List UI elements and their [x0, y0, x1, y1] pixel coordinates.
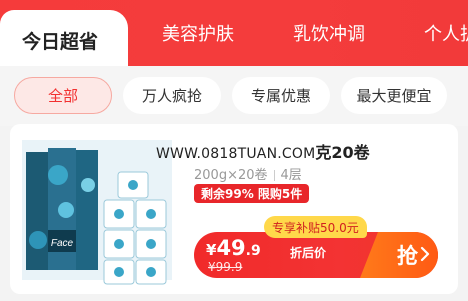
original-price: ¥99.9	[208, 260, 243, 274]
buy-button[interactable]: ¥49.9 折后价 ¥99.9 抢	[194, 232, 438, 278]
buy-label: 抢	[397, 244, 418, 268]
stock-limit-badge: 剩余99% 限购5件	[194, 184, 310, 203]
price-label: 折后价	[290, 246, 327, 260]
deal-price: ¥49.9	[206, 236, 261, 260]
tab-dairy-drinks[interactable]: 乳饮冲调	[293, 0, 365, 66]
brand-logo-text: Face	[51, 238, 74, 249]
price-integer: 49	[216, 236, 246, 260]
filter-exclusive[interactable]: 专属优惠	[232, 77, 330, 114]
product-spec: 200g×20卷 4层	[194, 164, 302, 183]
category-tab-bar: 今日超省 美容护肤 乳饮冲调 个人护	[0, 0, 468, 66]
tab-personal-care[interactable]: 个人护	[424, 0, 468, 66]
product-title: WWW.0818TUAN.COM克20卷	[156, 139, 448, 161]
spec-layers: 4层	[280, 168, 302, 183]
subsidy-tag: 专享补贴50.0元	[264, 216, 367, 238]
filter-chip-row: 全部 万人疯抢 专属优惠 最大更便宜	[0, 66, 468, 126]
product-title-tail: 克20卷	[315, 143, 370, 161]
spec-weight: 200g×20卷	[194, 168, 268, 183]
watermark-text: WWW.0818TUAN.COM	[156, 146, 316, 161]
product-card[interactable]: Face WWW.0818TUAN.COM克20卷 200g×20卷 4层 剩余9…	[10, 124, 458, 294]
filter-popular[interactable]: 万人疯抢	[123, 77, 221, 114]
chevron-right-icon	[420, 246, 430, 262]
spec-divider	[273, 170, 275, 181]
product-image: Face	[22, 140, 172, 285]
price-decimal: .9	[245, 243, 261, 259]
price-currency: ¥	[206, 241, 217, 259]
filter-all[interactable]: 全部	[14, 77, 112, 114]
filter-cheaper[interactable]: 最大更便宜	[341, 77, 447, 114]
tab-today-savings[interactable]: 今日超省	[0, 10, 128, 66]
tab-beauty-skincare[interactable]: 美容护肤	[162, 0, 234, 66]
